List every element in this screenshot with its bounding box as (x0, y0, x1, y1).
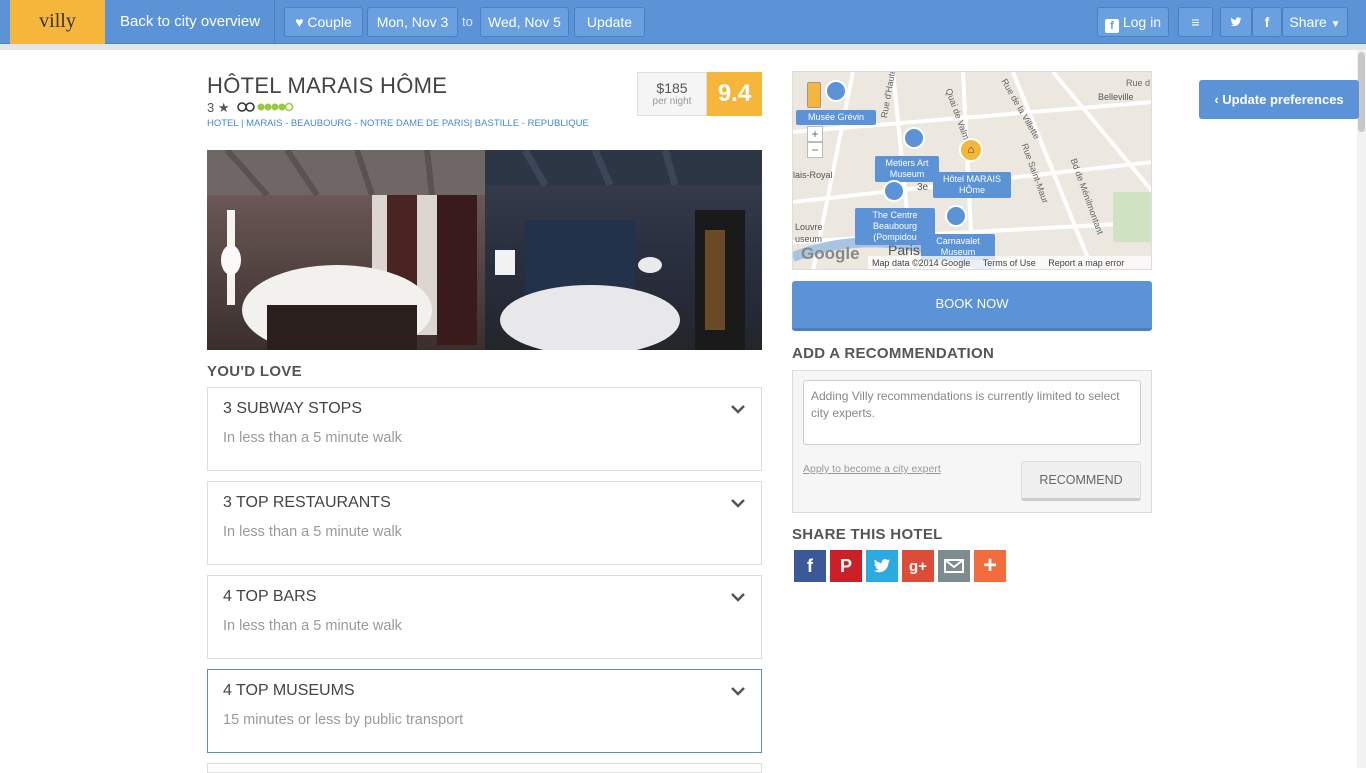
recommendation-textarea[interactable]: Adding Villy recommendations is currentl… (803, 380, 1141, 445)
checkin-date-button[interactable]: Mon, Nov 3 (367, 7, 458, 37)
tripadvisor-rating-icon (237, 102, 294, 112)
map-pin-centre[interactable] (883, 180, 905, 202)
apply-city-expert-link[interactable]: Apply to become a city expert (803, 463, 941, 475)
update-preferences-button[interactable]: ‹ Update preferences (1199, 80, 1359, 119)
top-bar: villy Back to city overview ♥ Couple Mon… (0, 0, 1366, 44)
score-badge: 9.4 (707, 72, 762, 116)
feature-subtitle: 15 minutes or less by public transport (223, 712, 464, 728)
map-pin-hotel-home-icon[interactable]: ⌂ (959, 138, 983, 162)
pegman-icon[interactable] (807, 82, 821, 108)
twitter-button[interactable] (1220, 7, 1252, 37)
map-zoom-in-button[interactable]: + (807, 126, 823, 142)
feature-subtitle: In less than a 5 minute walk (223, 430, 402, 446)
feature-title: 4 TOP MUSEUMS (223, 682, 355, 699)
feature-subtitle: In less than a 5 minute walk (223, 618, 402, 634)
scrollbar-thumb[interactable] (1358, 52, 1365, 132)
hamburger-icon: ≡ (1191, 14, 1200, 30)
map-street-label: Louvre (795, 222, 823, 232)
hotel-title: HÔTEL MARAIS HÔME (207, 73, 448, 98)
feature-top-bars[interactable]: 4 TOP BARS In less than a 5 minute walk (207, 575, 762, 659)
map-label-metiers[interactable]: Metiers Art Museum (875, 156, 939, 182)
map-pin-grevin[interactable] (825, 80, 847, 102)
map-terms-link[interactable]: Terms of Use (983, 258, 1036, 268)
feature-title: 3 SUBWAY STOPS (223, 400, 363, 417)
feature-subway-stops[interactable]: 3 SUBWAY STOPS In less than a 5 minute w… (207, 387, 762, 471)
map-label-grevin[interactable]: Musée Grévin (796, 110, 876, 125)
to-label: to (462, 14, 473, 29)
youd-love-heading: YOU'D LOVE (207, 363, 302, 380)
recommend-button[interactable]: RECOMMEND (1021, 461, 1141, 501)
couple-button[interactable]: ♥ Couple (284, 7, 363, 37)
map-pin-carnavalet[interactable] (945, 205, 967, 227)
chevron-left-icon: ‹ (1214, 92, 1219, 107)
chevron-down-icon[interactable] (729, 588, 747, 606)
google-logo[interactable]: Google (801, 244, 860, 264)
hotel-stars: 3 ★ (207, 100, 297, 116)
map[interactable]: Rue d'Hauteville Quai de Valmy Rue de la… (792, 71, 1152, 270)
google-plus-share-icon[interactable]: g+ (902, 550, 934, 582)
more-share-icon[interactable]: + (974, 550, 1006, 582)
feature-subtitle: In less than a 5 minute walk (223, 524, 402, 540)
star-rating: 3 ★ (207, 100, 230, 115)
feature-top-restaurants[interactable]: 3 TOP RESTAURANTS In less than a 5 minut… (207, 481, 762, 565)
price-box: $185 per night (637, 72, 707, 116)
map-footer-bar: Map data ©2014 Google Terms of Use Repor… (868, 256, 1151, 269)
twitter-icon (1230, 17, 1242, 27)
feature-top-museums[interactable]: 4 TOP MUSEUMS 15 minutes or less by publ… (207, 669, 762, 753)
checkout-date-button[interactable]: Wed, Nov 5 (480, 7, 569, 37)
map-street-label: 3e (917, 182, 929, 193)
map-street-label: useum (795, 234, 823, 244)
facebook-icon: f (1104, 19, 1119, 33)
add-recommendation-heading: ADD A RECOMMENDATION (792, 345, 995, 362)
chevron-down-icon[interactable] (729, 682, 747, 700)
header-divider (0, 44, 1366, 50)
scrollbar-track[interactable] (1357, 50, 1366, 768)
share-icons: f P g+ + (794, 550, 1006, 582)
login-button[interactable]: f Log in (1097, 7, 1169, 37)
back-label: Back to city overview (120, 13, 261, 30)
back-to-city-link[interactable]: Back to city overview (106, 0, 276, 44)
book-now-button[interactable]: BOOK NOW (792, 281, 1152, 331)
map-report-link[interactable]: Report a map error (1048, 258, 1124, 268)
map-zoom-out-button[interactable]: − (807, 142, 823, 158)
pinterest-share-icon[interactable]: P (830, 550, 862, 582)
hotel-photo-1[interactable] (207, 150, 485, 350)
feature-title: 4 TOP BARS (223, 588, 317, 605)
hotel-breadcrumbs[interactable]: HOTEL | MARAIS - BEAUBOURG - NOTRE DAME … (207, 118, 589, 129)
feature-next-partial[interactable] (207, 763, 762, 773)
update-button[interactable]: Update (574, 7, 645, 37)
twitter-share-icon[interactable] (866, 550, 898, 582)
menu-button[interactable]: ≡ (1178, 7, 1213, 37)
share-hotel-heading: SHARE THIS HOTEL (792, 526, 943, 543)
price-value: $185 (656, 80, 688, 96)
facebook-share-button[interactable]: f (1252, 7, 1282, 37)
facebook-f-icon: f (1264, 14, 1270, 30)
hotel-photo-2[interactable] (485, 150, 762, 350)
price-per-night: per night (652, 96, 692, 107)
map-street-label: lais-Royal (793, 170, 833, 180)
recommendation-box: Adding Villy recommendations is currentl… (792, 370, 1152, 513)
couple-label: Couple (307, 14, 352, 30)
feature-title: 3 TOP RESTAURANTS (223, 494, 391, 511)
share-dropdown[interactable]: Share ▼ (1282, 7, 1348, 37)
map-street-label: Rue d (1126, 78, 1151, 88)
share-label: Share (1289, 14, 1327, 30)
villy-logo[interactable]: villy (10, 0, 105, 44)
update-preferences-label: Update preferences (1222, 92, 1344, 107)
chevron-down-icon: ▼ (1330, 19, 1341, 30)
map-street-label: Belleville (1098, 92, 1134, 102)
email-share-icon[interactable] (938, 550, 970, 582)
facebook-share-icon[interactable]: f (794, 550, 826, 582)
chevron-down-icon[interactable] (729, 494, 747, 512)
heart-icon: ♥ (295, 14, 304, 30)
map-data-credit: Map data ©2014 Google (872, 258, 971, 268)
map-pin-metiers[interactable] (903, 127, 925, 149)
login-label: Log in (1122, 14, 1162, 30)
map-label-hotel[interactable]: Hôtel MARAIS HÔme (933, 172, 1011, 198)
chevron-down-icon[interactable] (729, 400, 747, 418)
